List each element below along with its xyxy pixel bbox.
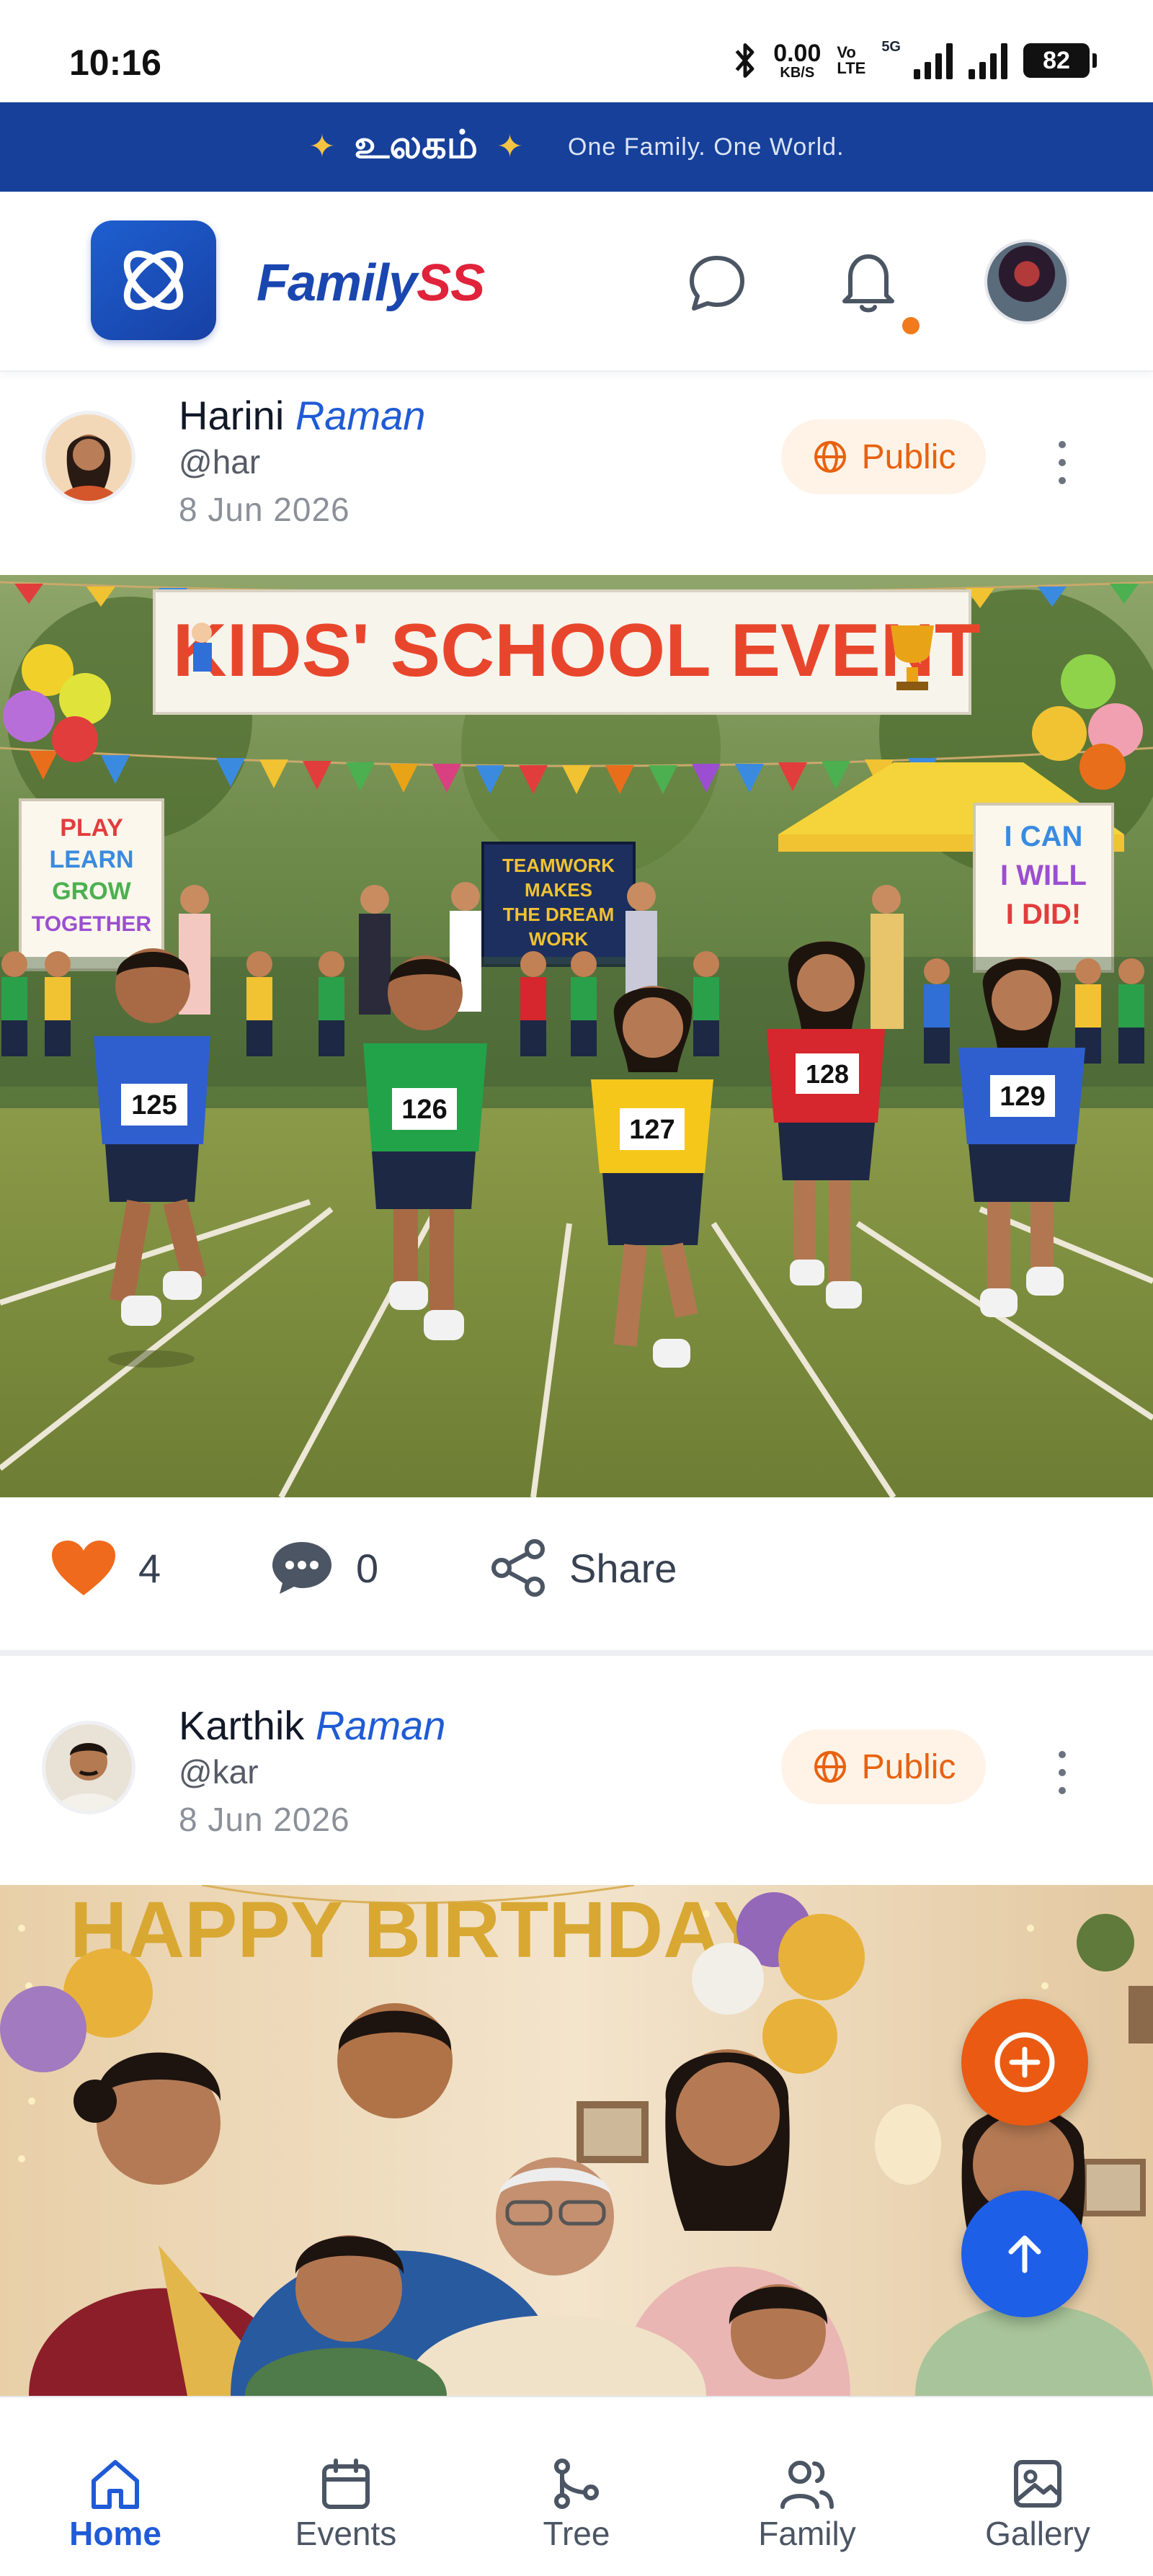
like-button[interactable]: 4 [50, 1539, 161, 1597]
battery-icon: 82 [1023, 43, 1097, 78]
post-actions: 4 0 Share [0, 1497, 1153, 1641]
post-date: 8 Jun 2026 [179, 1801, 350, 1838]
birthday-photo: HAPPY BIRTHDAY [0, 1885, 1153, 2396]
logo-icon [123, 250, 184, 311]
svg-text:WORK: WORK [529, 928, 589, 950]
svg-text:PLAY: PLAY [60, 814, 123, 842]
create-post-button[interactable] [961, 1999, 1088, 2126]
top-banner: ✦ உலகம் ✦ One Family. One World. [0, 102, 1153, 192]
comment-button[interactable]: 0 [270, 1539, 378, 1597]
network-type: 5G [881, 39, 901, 55]
globe-icon [814, 441, 846, 473]
app-header: FamilySS [0, 192, 1153, 372]
svg-text:128: 128 [806, 1059, 849, 1089]
status-icons: 0.00 KB/S Vo LTE 5G 82 [733, 39, 1097, 82]
svg-text:129: 129 [1000, 1082, 1045, 1112]
post-date: 8 Jun 2026 [179, 491, 350, 528]
svg-text:127: 127 [629, 1115, 675, 1145]
svg-text:126: 126 [401, 1095, 447, 1125]
heart-icon [52, 1541, 115, 1595]
gallery-icon [1014, 2460, 1061, 2508]
globe-icon [814, 1751, 846, 1783]
svg-text:TOGETHER: TOGETHER [32, 912, 151, 936]
post-image[interactable]: KIDS' SCHOOL EVENT PLAY LEARN GROW TOGET… [0, 575, 1153, 1497]
author-name[interactable]: Karthik Raman [179, 1702, 445, 1749]
svg-text:GROW: GROW [52, 878, 131, 905]
svg-text:THE DREAM: THE DREAM [503, 904, 615, 925]
svg-text:TEAMWORK: TEAMWORK [502, 855, 615, 876]
scroll-to-top-button[interactable] [961, 2191, 1088, 2317]
svg-text:I DID!: I DID! [1006, 899, 1081, 930]
bluetooth-icon [735, 43, 754, 78]
svg-text:125: 125 [131, 1090, 177, 1120]
family-icon [780, 2461, 834, 2509]
arrow-up-icon [1008, 2235, 1041, 2273]
tree-icon [554, 2459, 599, 2509]
event-banner-text: KIDS' SCHOOL EVENT [173, 609, 981, 692]
app-logo[interactable] [91, 220, 216, 340]
post-header: Karthik Raman @kar 8 Jun 2026 Public [0, 1685, 1153, 1879]
notification-dot [902, 317, 920, 334]
volte-indicator: Vo LTE [837, 43, 866, 77]
nav-home[interactable]: Home [0, 2397, 231, 2576]
banner-tagline: One Family. One World. [568, 133, 845, 161]
avatar[interactable] [42, 1721, 135, 1814]
author-handle: @kar [179, 1753, 259, 1791]
calendar-icon [322, 2459, 370, 2509]
more-options-icon[interactable] [1055, 1751, 1069, 1794]
banner-title: உலகம் [354, 121, 478, 167]
signal-icon [914, 42, 953, 79]
comment-count: 0 [356, 1545, 379, 1591]
share-button[interactable]: Share [490, 1539, 677, 1597]
share-icon [491, 1539, 545, 1597]
school-event-photo: KIDS' SCHOOL EVENT PLAY LEARN GROW TOGET… [0, 575, 1153, 1497]
birthday-banner-text: HAPPY BIRTHDAY [70, 1886, 766, 1974]
clock: 10:16 [69, 43, 161, 83]
status-bar: 10:16 0.00 KB/S Vo LTE 5G 82 [0, 0, 1153, 102]
network-speed: 0.00 KB/S [773, 40, 822, 81]
visibility-badge[interactable]: Public [781, 419, 986, 494]
comment-icon [272, 1542, 331, 1594]
star-icon: ✦ [497, 129, 524, 164]
chat-icon[interactable] [685, 251, 749, 316]
author-name[interactable]: Harini Raman [179, 392, 425, 439]
nav-events[interactable]: Events [231, 2397, 461, 2576]
like-count: 4 [138, 1545, 161, 1591]
visibility-badge[interactable]: Public [781, 1729, 986, 1804]
post-divider [0, 1650, 1153, 1656]
signal-icon [969, 42, 1007, 79]
nav-tree[interactable]: Tree [461, 2397, 692, 2576]
plus-circle-icon [994, 2032, 1055, 2093]
bottom-navigation: Home Events Tree Family Gallery [0, 2396, 1153, 2576]
avatar[interactable] [42, 411, 135, 504]
author-handle: @har [179, 443, 261, 481]
svg-text:I WILL: I WILL [1000, 860, 1087, 891]
share-label: Share [569, 1545, 677, 1591]
home-icon [92, 2460, 139, 2509]
post-header: Harini Raman @har 8 Jun 2026 Public [0, 375, 1153, 569]
post-image[interactable]: HAPPY BIRTHDAY [0, 1885, 1153, 2396]
more-options-icon[interactable] [1055, 441, 1069, 484]
nav-family[interactable]: Family [692, 2397, 922, 2576]
profile-avatar[interactable] [984, 239, 1069, 324]
nav-gallery[interactable]: Gallery [922, 2397, 1153, 2576]
svg-text:I CAN: I CAN [1005, 821, 1083, 852]
star-icon: ✦ [308, 129, 336, 164]
svg-text:MAKES: MAKES [525, 879, 592, 901]
brand-name: FamilySS [257, 254, 485, 312]
svg-text:LEARN: LEARN [49, 846, 133, 873]
bell-icon[interactable] [836, 245, 901, 317]
